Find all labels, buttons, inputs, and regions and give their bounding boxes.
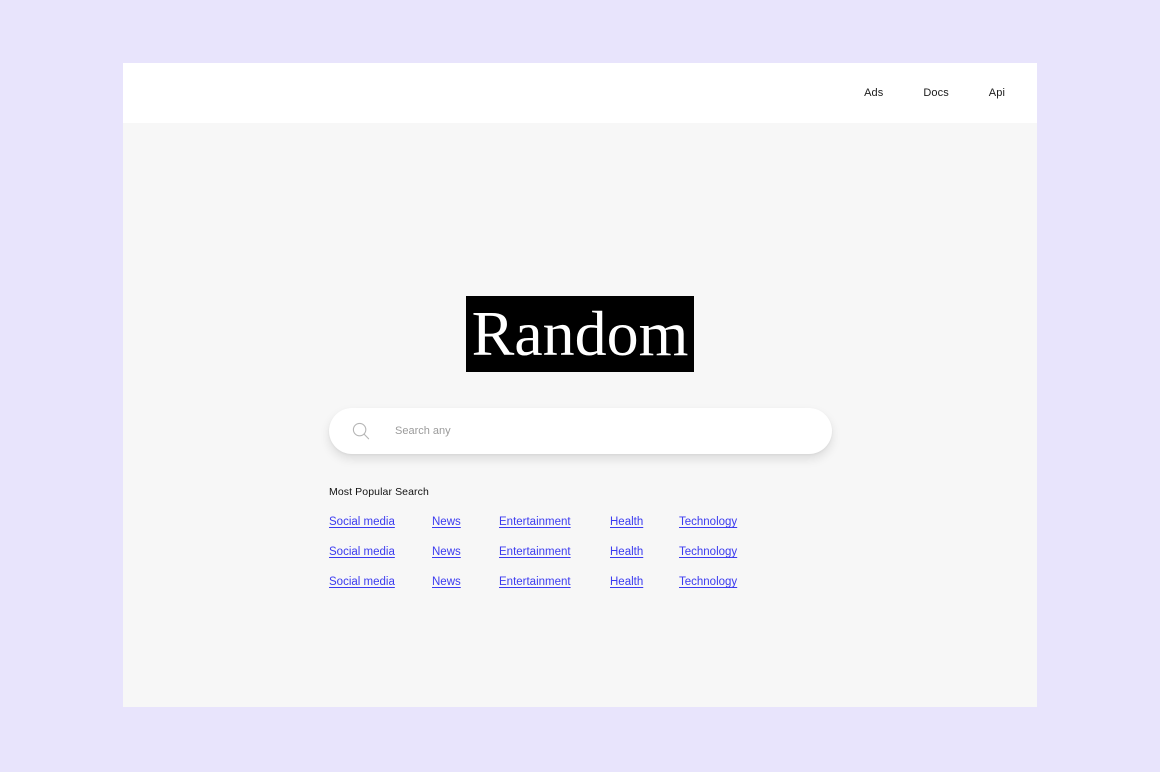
popular-link-technology[interactable]: Technology bbox=[679, 545, 737, 560]
popular-link-health[interactable]: Health bbox=[610, 575, 643, 590]
page-root: Ads Docs Api Random Most Popular Search bbox=[0, 0, 1160, 772]
site-header: Ads Docs Api bbox=[123, 63, 1037, 123]
popular-link-row: Social media News Entertainment Health T… bbox=[329, 515, 889, 545]
nav-item-docs[interactable]: Docs bbox=[919, 84, 952, 102]
popular-link-social-media[interactable]: Social media bbox=[329, 515, 395, 530]
popular-link-social-media[interactable]: Social media bbox=[329, 575, 395, 590]
search-icon bbox=[352, 422, 370, 440]
hero-section: Random Most Popular Search Social media … bbox=[123, 123, 1037, 707]
popular-link-health[interactable]: Health bbox=[610, 545, 643, 560]
search-bar[interactable] bbox=[329, 407, 832, 455]
popular-link-news[interactable]: News bbox=[432, 575, 461, 590]
logo-text: Random bbox=[471, 298, 689, 369]
nav-item-ads[interactable]: Ads bbox=[860, 84, 887, 102]
site-card: Ads Docs Api Random Most Popular Search bbox=[123, 63, 1037, 707]
nav-item-api[interactable]: Api bbox=[985, 84, 1009, 102]
popular-link-health[interactable]: Health bbox=[610, 515, 643, 530]
popular-link-row: Social media News Entertainment Health T… bbox=[329, 575, 889, 605]
popular-link-entertainment[interactable]: Entertainment bbox=[499, 575, 571, 590]
popular-link-news[interactable]: News bbox=[432, 545, 461, 560]
popular-searches: Most Popular Search Social media News En… bbox=[329, 485, 889, 605]
popular-searches-title: Most Popular Search bbox=[329, 486, 429, 498]
popular-link-social-media[interactable]: Social media bbox=[329, 545, 395, 560]
popular-link-entertainment[interactable]: Entertainment bbox=[499, 545, 571, 560]
popular-link-news[interactable]: News bbox=[432, 515, 461, 530]
popular-link-technology[interactable]: Technology bbox=[679, 575, 737, 590]
search-input[interactable] bbox=[393, 407, 812, 455]
popular-link-technology[interactable]: Technology bbox=[679, 515, 737, 530]
logo-block: Random bbox=[466, 296, 694, 372]
primary-nav: Ads Docs Api bbox=[860, 84, 1009, 102]
popular-link-entertainment[interactable]: Entertainment bbox=[499, 515, 571, 530]
popular-link-row: Social media News Entertainment Health T… bbox=[329, 545, 889, 575]
